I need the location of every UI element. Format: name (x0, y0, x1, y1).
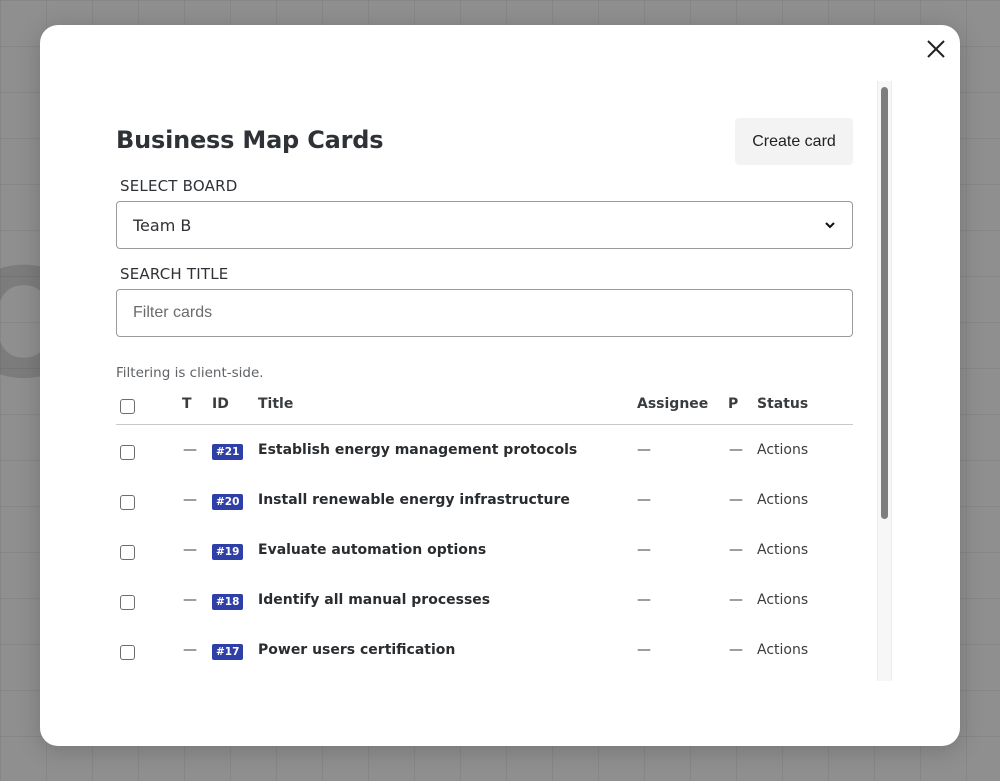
modal-scroll-area[interactable]: Business Map Cards Create card SELECT BO… (40, 81, 892, 681)
search-label: SEARCH TITLE (120, 265, 229, 283)
help-text: Filtering is client-side. (116, 365, 264, 381)
board-select[interactable]: Team B (116, 201, 853, 249)
row-actions[interactable]: Actions (757, 642, 808, 658)
card-id-badge[interactable]: #17 (212, 644, 244, 660)
board-label: SELECT BOARD (120, 177, 238, 195)
row-priority: — (729, 642, 743, 658)
row-priority: — (729, 492, 743, 508)
table-header: T ID Title Assignee P Status (116, 386, 853, 425)
page-title: Business Map Cards (116, 126, 384, 154)
header-priority: P (728, 396, 739, 412)
table-row: — #21 Establish energy management protoc… (116, 425, 853, 475)
row-type: — (183, 492, 197, 508)
header-status: Status (757, 396, 809, 412)
search-input[interactable] (116, 289, 853, 337)
card-title[interactable]: Evaluate automation options (258, 542, 486, 558)
row-assignee: — (637, 442, 651, 458)
table-row: — #20 Install renewable energy infrastru… (116, 475, 853, 525)
cards-modal: Business Map Cards Create card SELECT BO… (40, 25, 960, 746)
header-assignee: Assignee (637, 396, 709, 412)
row-type: — (183, 442, 197, 458)
row-assignee: — (637, 542, 651, 558)
header-type: T (182, 396, 192, 412)
row-actions[interactable]: Actions (757, 442, 808, 458)
cards-table: T ID Title Assignee P Status — #21 Estab… (116, 386, 853, 675)
board-select-value: Team B (133, 215, 192, 235)
table-row: — #17 Power users certification — — Acti… (116, 625, 853, 675)
card-title[interactable]: Establish energy management protocols (258, 442, 577, 458)
row-priority: — (729, 442, 743, 458)
table-row: — #18 Identify all manual processes — — … (116, 575, 853, 625)
row-checkbox[interactable] (120, 445, 135, 460)
card-title[interactable]: Power users certification (258, 642, 455, 658)
row-actions[interactable]: Actions (757, 492, 808, 508)
select-all-checkbox[interactable] (120, 399, 135, 414)
card-id-badge[interactable]: #18 (212, 594, 244, 610)
card-title[interactable]: Identify all manual processes (258, 592, 490, 608)
card-title[interactable]: Install renewable energy infrastructure (258, 492, 570, 508)
close-button[interactable] (924, 37, 948, 61)
card-id-badge[interactable]: #21 (212, 444, 244, 460)
row-actions[interactable]: Actions (757, 592, 808, 608)
scrollbar-thumb[interactable] (881, 87, 888, 519)
row-priority: — (729, 592, 743, 608)
row-checkbox[interactable] (120, 645, 135, 660)
row-checkbox[interactable] (120, 495, 135, 510)
row-type: — (183, 642, 197, 658)
card-id-badge[interactable]: #20 (212, 494, 244, 510)
row-actions[interactable]: Actions (757, 542, 808, 558)
table-row: — #19 Evaluate automation options — — Ac… (116, 525, 853, 575)
row-assignee: — (637, 642, 651, 658)
row-checkbox[interactable] (120, 595, 135, 610)
row-type: — (183, 592, 197, 608)
row-assignee: — (637, 592, 651, 608)
close-icon (927, 40, 945, 58)
row-assignee: — (637, 492, 651, 508)
row-type: — (183, 542, 197, 558)
header-title: Title (258, 396, 294, 412)
header-id: ID (212, 396, 229, 412)
create-card-button[interactable]: Create card (735, 118, 853, 165)
row-priority: — (729, 542, 743, 558)
chevron-down-icon (824, 219, 836, 231)
card-id-badge[interactable]: #19 (212, 544, 244, 560)
row-checkbox[interactable] (120, 545, 135, 560)
scrollbar[interactable] (877, 81, 892, 681)
